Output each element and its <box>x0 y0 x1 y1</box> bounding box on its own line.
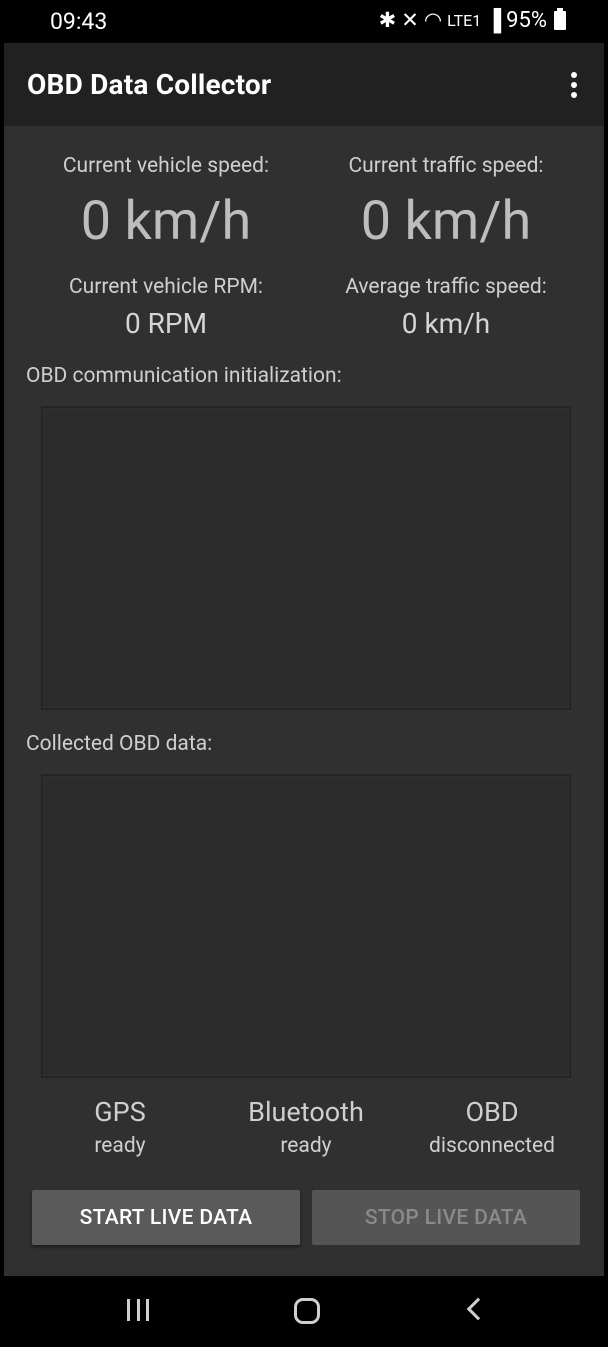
overflow-menu-icon[interactable] <box>554 65 594 105</box>
start-live-data-button[interactable]: START LIVE DATA <box>32 1190 300 1245</box>
vehicle-speed-value: 0 km/h <box>80 190 252 253</box>
collected-data-box[interactable] <box>41 774 571 1078</box>
traffic-speed-value: 0 km/h <box>360 190 532 253</box>
avg-traffic-speed-value: 0 km/h <box>401 307 491 340</box>
back-icon[interactable] <box>466 1297 490 1321</box>
battery-icon <box>554 8 566 30</box>
vehicle-rpm-value: 0 RPM <box>124 307 208 340</box>
status-icons: ✱ ✕ ◠ LTE1 ▐ 95% <box>379 8 566 33</box>
vehicle-speed-label: Current vehicle speed: <box>62 154 270 178</box>
obd-status-name: OBD <box>465 1096 519 1128</box>
status-bar: 09:43 ✱ ✕ ◠ LTE1 ▐ 95% <box>4 0 604 43</box>
obd-status-value: disconnected <box>429 1134 555 1158</box>
traffic-speed-label: Current traffic speed: <box>348 154 544 178</box>
avg-traffic-speed-label: Average traffic speed: <box>345 275 547 299</box>
signal-bars-icon: ▐ <box>486 8 502 33</box>
bluetooth-icon: ✱ <box>378 9 397 33</box>
app-screen: 09:43 ✱ ✕ ◠ LTE1 ▐ 95% OBD Data Collecto… <box>4 0 604 1347</box>
app-bar: OBD Data Collector <box>4 43 604 126</box>
lte-label: LTE1 <box>447 11 482 30</box>
system-nav-bar <box>4 1276 604 1347</box>
collected-section-label: Collected OBD data: <box>26 732 213 756</box>
wifi-icon: ◠ <box>423 9 443 33</box>
status-time: 09:43 <box>50 8 108 35</box>
init-log-box[interactable] <box>41 406 571 710</box>
battery-level: 95% <box>506 8 547 33</box>
recents-icon[interactable] <box>127 1299 149 1321</box>
stop-live-data-button[interactable]: STOP LIVE DATA <box>312 1190 580 1245</box>
bluetooth-status-value: ready <box>280 1134 332 1158</box>
app-title: OBD Data Collector <box>27 68 272 101</box>
vehicle-rpm-label: Current vehicle RPM: <box>69 275 263 299</box>
gps-status-value: ready <box>94 1134 146 1158</box>
vibrate-mute-icon: ✕ <box>401 9 419 33</box>
gps-status-name: GPS <box>94 1096 146 1128</box>
init-section-label: OBD communication initialization: <box>26 364 342 388</box>
home-icon[interactable] <box>294 1298 320 1324</box>
bluetooth-status-name: Bluetooth <box>248 1096 364 1128</box>
